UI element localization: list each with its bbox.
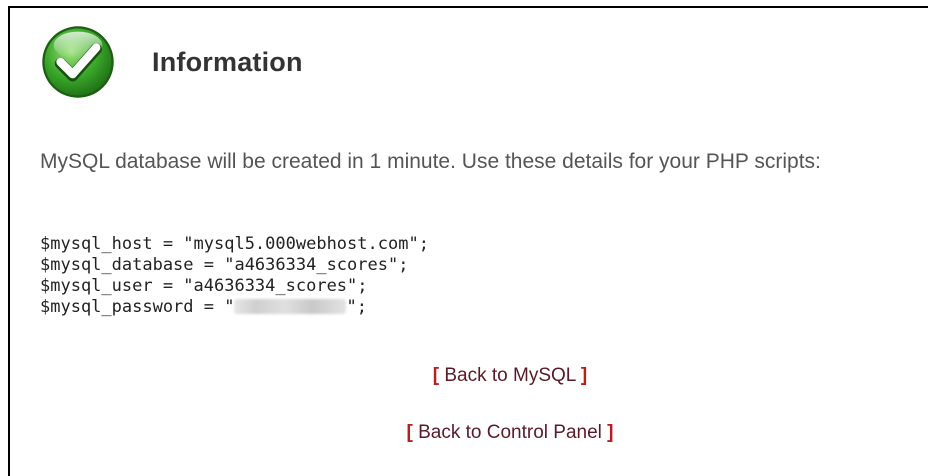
bracket-open: [ <box>406 422 413 443</box>
code-line-password: $mysql_password = " "; <box>40 297 429 318</box>
php-config-code: $mysql_host = "mysql5.000webhost.com"; $m… <box>40 234 429 318</box>
back-to-mysql-link[interactable]: Back to MySQL <box>444 365 575 386</box>
bracket-close: ] <box>580 365 588 386</box>
redacted-password <box>234 299 347 314</box>
password-suffix: "; <box>346 297 367 317</box>
back-to-control-panel-row: [ Back to Control Panel ] <box>10 422 928 444</box>
code-line-database: $mysql_database = "a4636334_scores"; <box>40 255 409 275</box>
code-line-user: $mysql_user = "a4636334_scores"; <box>40 276 368 296</box>
password-prefix: $mysql_password = " <box>40 297 235 317</box>
info-message: MySQL database will be created in 1 minu… <box>40 150 821 173</box>
back-to-control-panel-link[interactable]: Back to Control Panel <box>418 422 602 443</box>
bracket-close: ] <box>607 422 614 443</box>
page-title: Information <box>152 46 303 77</box>
code-line-host: $mysql_host = "mysql5.000webhost.com"; <box>40 234 429 254</box>
info-header: Information <box>40 22 303 102</box>
back-to-mysql-row: [ Back to MySQL ] <box>10 365 928 387</box>
bracket-open: [ <box>432 365 440 386</box>
check-circle-icon <box>42 26 114 98</box>
info-panel: Information MySQL database will be creat… <box>8 6 928 476</box>
